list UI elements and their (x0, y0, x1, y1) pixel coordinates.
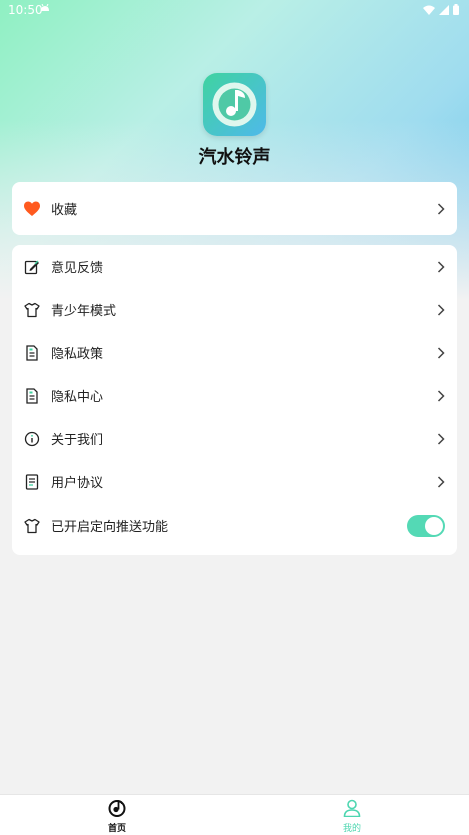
chevron-right-icon (437, 260, 445, 273)
agreement-icon (25, 473, 39, 490)
android-icon (41, 4, 49, 11)
heart-icon (24, 201, 40, 216)
chevron-right-icon (437, 432, 445, 445)
menu-item-privacy-policy[interactable]: 隐私政策 (12, 331, 457, 374)
status-icons (423, 4, 459, 15)
shirt-icon (24, 302, 40, 317)
info-icon (24, 431, 40, 446)
chevron-right-icon (437, 475, 445, 488)
bottom-nav: 首页 我的 (0, 794, 469, 835)
favorites-card: 收藏 (12, 182, 457, 235)
app-logo (203, 73, 266, 136)
menu-item-teen-mode[interactable]: 青少年模式 (12, 288, 457, 331)
shirt-icon (24, 518, 40, 533)
nav-mine-label: 我的 (342, 824, 361, 834)
favorites-row[interactable]: 收藏 (12, 187, 457, 230)
status-time: 10:50 (8, 3, 43, 17)
document-icon (26, 344, 38, 361)
music-disc-icon (108, 799, 126, 817)
menu-item-label: 已开启定向推送功能 (51, 520, 169, 535)
menu-item-label: 关于我们 (51, 433, 104, 448)
chevron-right-icon (437, 303, 445, 316)
menu-item-label: 青少年模式 (51, 304, 117, 319)
menu-item-label: 用户协议 (51, 476, 104, 491)
menu-item-about-us[interactable]: 关于我们 (12, 417, 457, 460)
menu-item-label: 意见反馈 (51, 261, 104, 276)
wifi-icon (423, 5, 435, 15)
status-bar: 10:50 (0, 0, 469, 20)
menu-item-label: 隐私政策 (51, 347, 104, 362)
battery-icon (453, 4, 459, 15)
favorites-label: 收藏 (51, 203, 78, 218)
nav-home-label: 首页 (107, 824, 126, 834)
settings-card: 意见反馈 青少年模式 隐私政策 隐私中心 关于我们 用户协议 已开启定向推送功能 (12, 245, 457, 555)
document-icon (26, 387, 38, 404)
chevron-right-icon (437, 389, 445, 402)
toggle-knob (425, 516, 443, 535)
push-toggle[interactable] (407, 514, 445, 537)
nav-home[interactable]: 首页 (0, 795, 234, 835)
music-note-icon (212, 82, 257, 127)
chevron-right-icon (437, 346, 445, 359)
person-icon (343, 799, 361, 817)
app-title: 汽水铃声 (198, 147, 271, 168)
signal-icon (439, 4, 449, 15)
chevron-right-icon (437, 202, 445, 215)
edit-icon (24, 260, 39, 274)
menu-item-user-agreement[interactable]: 用户协议 (12, 460, 457, 503)
nav-mine[interactable]: 我的 (235, 795, 469, 835)
menu-item-privacy-center[interactable]: 隐私中心 (12, 374, 457, 417)
menu-item-feedback[interactable]: 意见反馈 (12, 245, 457, 288)
menu-item-label: 隐私中心 (51, 390, 104, 405)
menu-item-targeted-push: 已开启定向推送功能 (12, 504, 457, 547)
